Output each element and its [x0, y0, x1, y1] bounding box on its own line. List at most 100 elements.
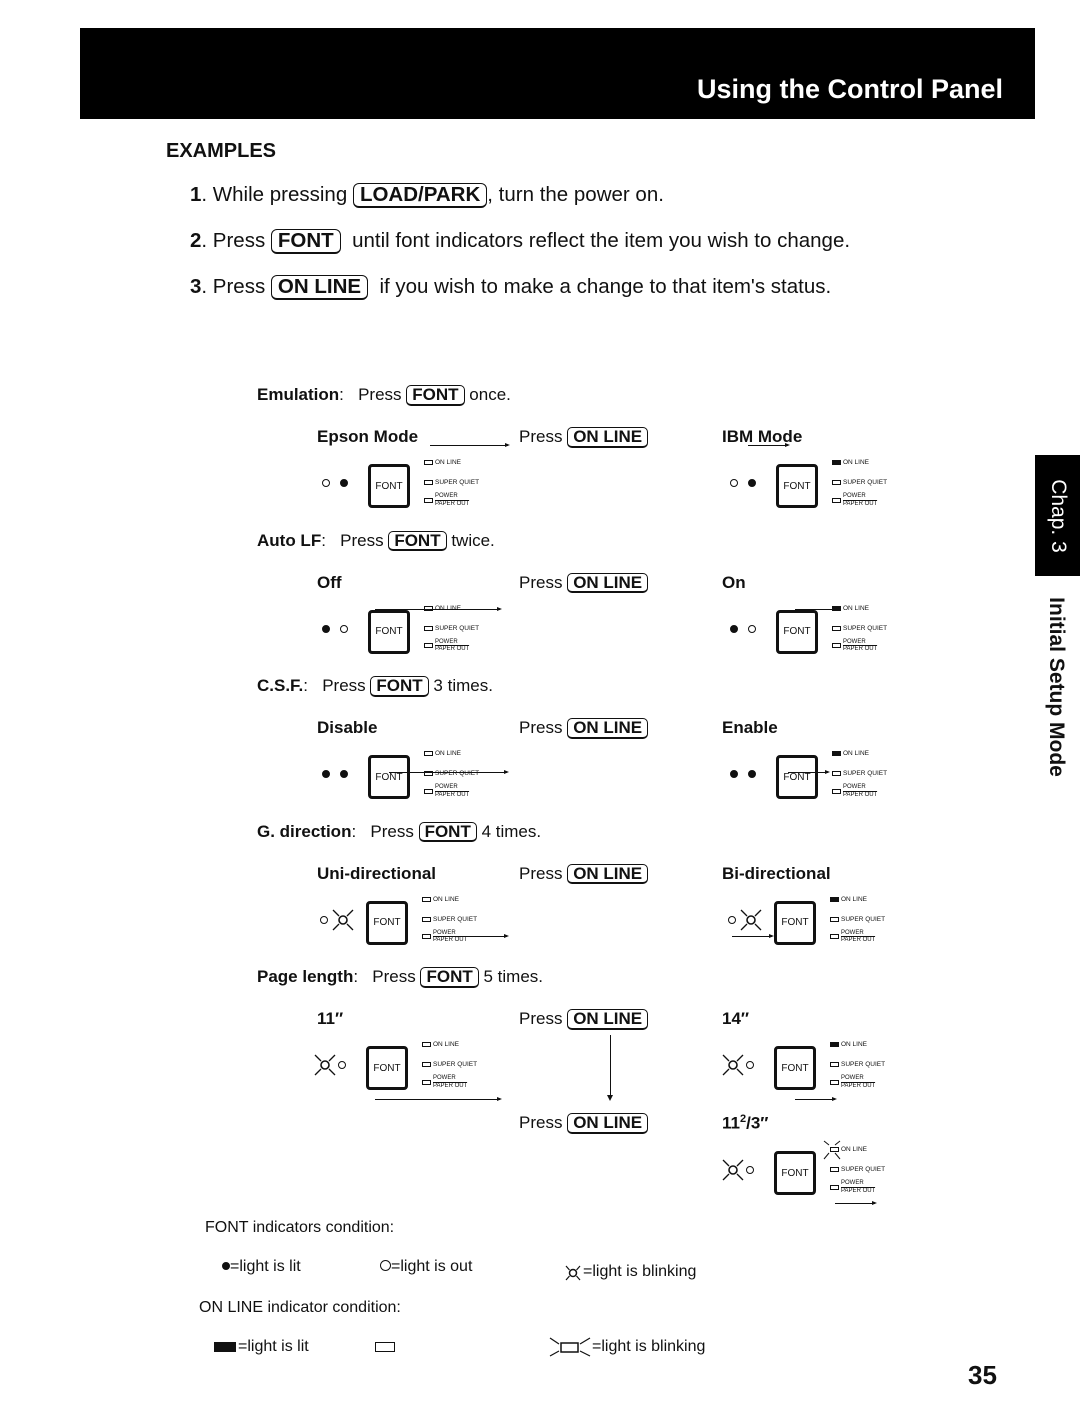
press-count: twice. [451, 530, 495, 550]
font-key: FONT [388, 530, 447, 552]
online-led-icon [422, 1042, 431, 1047]
control-panel-diagram: FONT ON LINE SUPER QUIET POWER PAPER OUT [728, 750, 903, 811]
power-indicator: POWER PAPER OUT [832, 493, 878, 507]
out-light-icon [748, 624, 756, 633]
setting-title: Emulation: Press FONT once. [257, 385, 511, 406]
font-button: FONT [776, 609, 818, 654]
indicator-label: ON LINE [843, 750, 870, 758]
indicator-label: PAPER OUT [433, 1082, 468, 1089]
font-key: FONT [420, 967, 479, 988]
super-quiet-led-icon [424, 771, 433, 776]
step-number: 1 [190, 183, 202, 206]
colon: : [351, 821, 371, 841]
legend-online-lit: =light is lit [214, 1338, 309, 1356]
super-quiet-led-icon [832, 771, 841, 776]
indicator-label: SUPER QUIET [433, 1061, 478, 1069]
out-light-icon [746, 1166, 754, 1174]
indicator-label: PAPER OUT [841, 1082, 876, 1089]
out-dot-icon [380, 1260, 391, 1271]
online-key: ON LINE [567, 427, 649, 448]
step-text: , turn the power on. [487, 183, 664, 206]
indicator-label: ON LINE [433, 895, 460, 903]
super-quiet-indicator: SUPER QUIET [830, 916, 885, 924]
online-key: ON LINE [270, 275, 369, 300]
power-indicator: POWER PAPER OUT [422, 930, 468, 944]
press-label: Press [340, 530, 384, 550]
super-quiet-indicator: SUPER QUIET [422, 1061, 478, 1069]
indicator-label: PAPER OUT [435, 646, 470, 653]
power-led-icon [422, 934, 431, 940]
font-button: FONT [774, 1151, 816, 1195]
indicator-label: ON LINE [841, 895, 868, 903]
online-led-icon [424, 460, 433, 465]
power-led-icon [422, 1079, 431, 1085]
online-indicator: ON LINE [422, 895, 460, 904]
online-indicator: ON LINE [823, 1140, 867, 1160]
super-quiet-led-icon [424, 625, 433, 631]
press-label: Press [519, 863, 563, 883]
font-button: FONT [366, 900, 408, 945]
lit-light-icon [322, 624, 330, 633]
setting-name: C.S.F. [257, 676, 304, 695]
indicator-label: SUPER QUIET [841, 1061, 886, 1069]
power-indicator: POWER PAPER OUT [830, 1180, 876, 1194]
power-led-icon [424, 643, 433, 649]
blinking-light-icon [330, 907, 354, 930]
super-quiet-indicator: SUPER QUIET [832, 479, 887, 487]
indicator-label: POWER [841, 1180, 876, 1188]
lit-light-icon [340, 479, 348, 487]
legend-font-lit: =light is lit [222, 1258, 301, 1276]
online-indicator: ON LINE [424, 604, 462, 613]
control-panel-diagram: FONT ON LINE SUPER QUIET POWER PAPER OUT [314, 1041, 493, 1102]
rest: /3″ [746, 1113, 769, 1133]
legend-online-out [375, 1338, 397, 1356]
indicator-label: PAPER OUT [843, 500, 878, 507]
colon: : [339, 385, 359, 404]
press-online: Press ON LINE [519, 718, 649, 739]
indicator-label: ON LINE [435, 604, 462, 612]
indicator-label: SUPER QUIET [433, 915, 478, 923]
setting-title: Page length: Press FONT 5 times. [257, 967, 543, 988]
indicator-label: POWER [843, 784, 878, 792]
control-panel-diagram: FONT ON LINE SUPER QUIET POWER PAPER OUT [320, 604, 495, 666]
indicator-label: POWER [843, 639, 878, 647]
lit-light-icon [730, 770, 738, 778]
from-value: Epson Mode [317, 427, 419, 446]
online-key: ON LINE [567, 1113, 649, 1134]
blinking-led-icon [823, 1140, 841, 1160]
indicator-label: PAPER OUT [433, 937, 468, 944]
lit-light-icon [730, 624, 738, 633]
press-online: Press ON LINE [519, 1113, 649, 1134]
super-quiet-indicator: SUPER QUIET [832, 625, 887, 633]
press-label: Press [519, 572, 563, 592]
press-label: Press [519, 427, 563, 446]
super-quiet-led-icon [830, 1167, 839, 1172]
press-online: Press ON LINE [519, 572, 649, 594]
power-led-icon [832, 643, 841, 649]
out-light-icon [728, 915, 736, 924]
out-light-icon [730, 479, 738, 487]
power-led-icon [832, 788, 841, 794]
online-key: ON LINE [567, 1009, 649, 1030]
colon: : [321, 530, 341, 550]
down-arrow-head [607, 1095, 613, 1101]
step-2: 2. Press FONT until font indicators refl… [190, 229, 850, 254]
online-led-icon [830, 896, 839, 902]
power-indicator: POWER PAPER OUT [830, 930, 876, 944]
press-count: once. [469, 385, 511, 404]
control-panel-diagram: FONT ON LINE SUPER QUIET POWER PAPER OUT [320, 750, 495, 811]
online-indicator: ON LINE [832, 605, 869, 613]
to-value: 14″ [722, 1009, 750, 1028]
lit-light-icon [748, 479, 756, 487]
control-panel-diagram: FONT ON LINE SUPER QUIET POWER PAPER OUT [722, 1041, 901, 1102]
super-quiet-indicator: SUPER QUIET [830, 1166, 885, 1174]
power-led-icon [830, 1184, 839, 1190]
power-led-icon [830, 1079, 839, 1085]
indicator-label: POWER [841, 1075, 876, 1083]
font-button: FONT [774, 900, 816, 945]
to-value: On [722, 572, 746, 592]
power-paper-label: POWER PAPER OUT [843, 493, 878, 507]
press-label: Press [370, 821, 414, 841]
load-park-key: LOAD/PARK [352, 183, 488, 208]
step-text: if you wish to make a change to that ite… [368, 275, 832, 298]
